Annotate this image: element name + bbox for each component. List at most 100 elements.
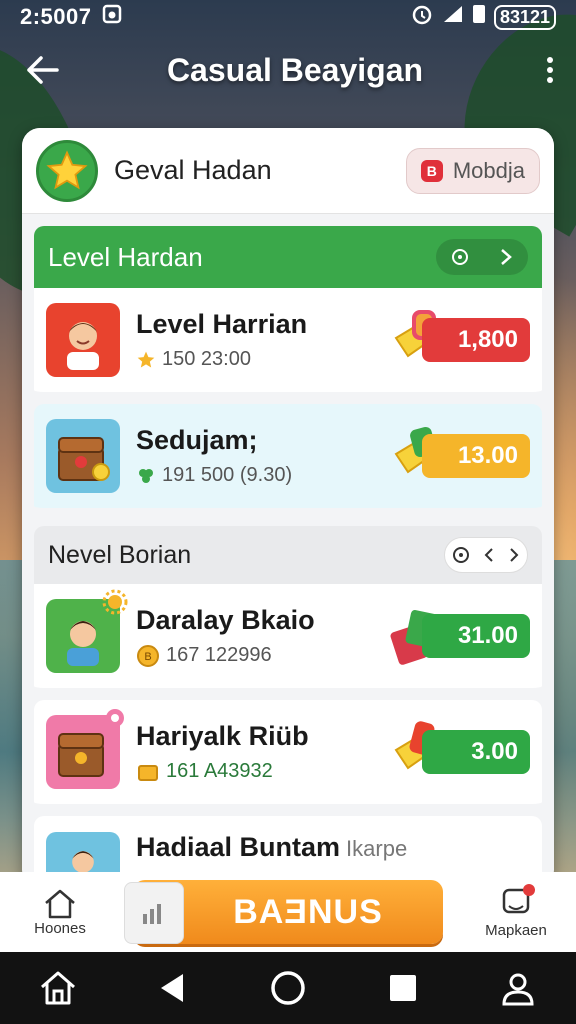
profile-name: Geval Hadan — [114, 155, 272, 185]
person-icon — [502, 973, 534, 1006]
battery-indicator: 83121 — [493, 4, 556, 30]
treasure-chest-icon — [58, 733, 104, 777]
mode-label: Mobdja — [452, 157, 525, 183]
more-vertical-icon — [547, 57, 553, 83]
status-right: 83121 — [410, 3, 556, 31]
item-text: Hariyalk Riüb 161 A43932 — [136, 721, 422, 784]
message-icon-wrap — [501, 883, 535, 922]
sys-recents-button[interactable] — [373, 958, 433, 1018]
info-icon[interactable] — [451, 248, 469, 266]
profile-row: Geval Hadan B Mobdja — [22, 128, 554, 214]
arrow-left-icon — [27, 56, 59, 84]
status-bar: 2:5007 83121 — [0, 0, 576, 34]
item-sub: 191 500 (9.30) — [136, 464, 422, 487]
bottom-nav: Hoones BAƎNUS Mapkaen — [0, 872, 576, 952]
coin-icon: B — [137, 644, 159, 667]
nav-home-label: Hoones — [34, 919, 86, 937]
section-title: Level Hardan — [48, 241, 203, 272]
list-item[interactable]: Level Harrian 150 23:00 1,800 — [34, 288, 542, 400]
main-card: Geval Hadan B Mobdja Level Hardan Level … — [22, 128, 554, 888]
item-title: Hariyalk Riüb — [136, 720, 309, 751]
item-sub: 150 23:00 — [136, 348, 422, 371]
nav-home[interactable]: Hoones — [0, 888, 120, 937]
mode-button[interactable]: B Mobdja — [405, 147, 540, 194]
price-button[interactable]: 13.00 — [422, 434, 530, 478]
price-wrap: 13.00 — [394, 426, 530, 478]
list-item[interactable]: Daralay Bkaio B 167 122996 31.00 — [34, 584, 542, 696]
signal-icon — [442, 4, 464, 30]
svg-text:B: B — [144, 651, 151, 663]
chevron-right-icon[interactable] — [508, 546, 520, 564]
chevron-right-icon[interactable] — [499, 247, 513, 267]
home-icon — [45, 889, 75, 918]
section-header-nevel: Nevel Borian — [34, 526, 542, 584]
boy-avatar-icon — [67, 322, 99, 370]
price-wrap: 31.00 — [390, 609, 530, 665]
item-sub-text: Ikarpe — [346, 836, 408, 861]
status-time: 2:5007 — [20, 4, 92, 29]
section-title: Nevel Borian — [48, 540, 192, 569]
sys-home-circle-button[interactable] — [258, 958, 318, 1018]
item-text: Sedujam; 191 500 (9.30) — [136, 425, 422, 487]
chest-image — [46, 419, 120, 493]
list-item[interactable]: Sedujam; 191 500 (9.30) 13.00 — [34, 404, 542, 516]
item-text: Hadiaal Buntam Ikarpe — [136, 832, 530, 863]
nav-messages[interactable]: Mapkaen — [456, 883, 576, 939]
treasure-chest-icon — [58, 437, 110, 481]
star-icon — [46, 149, 88, 189]
page-title: Casual Beayigan — [166, 51, 424, 88]
home-outline-icon — [40, 971, 75, 1005]
price-button[interactable]: 3.00 — [422, 730, 530, 774]
info-icon[interactable] — [452, 546, 470, 564]
price-button[interactable]: 31.00 — [422, 614, 530, 658]
avatar — [46, 589, 128, 673]
item-sub: 161 A43932 — [136, 760, 422, 784]
item-sub-text: 167 122996 — [166, 644, 272, 666]
square-recents-icon — [390, 975, 417, 1001]
back-button[interactable] — [14, 42, 70, 98]
sun-badge-icon — [102, 589, 128, 615]
app-header: Casual Beayigan — [0, 40, 576, 100]
item-title: Daralay Bkaio — [136, 604, 315, 635]
system-nav — [0, 952, 576, 1024]
chest-image — [46, 709, 124, 789]
triangle-back-icon — [160, 974, 183, 1002]
notification-badge — [523, 883, 535, 896]
star-icon — [137, 351, 155, 367]
sim-icon — [472, 4, 486, 30]
circle-home-icon — [271, 971, 305, 1005]
sys-back-button[interactable] — [143, 958, 203, 1018]
flower-badge-icon — [106, 709, 124, 727]
clover-icon — [139, 468, 153, 483]
sys-home-button[interactable] — [28, 958, 88, 1018]
bonus-chart-tile — [124, 882, 184, 944]
price-wrap: 3.00 — [394, 721, 530, 774]
sys-account-button[interactable] — [488, 958, 548, 1018]
alarm-icon — [410, 3, 434, 31]
bonus-label: BAƎNUS — [233, 892, 383, 931]
price-wrap: 1,800 — [394, 310, 530, 362]
item-sub-text: 191 500 (9.30) — [162, 464, 293, 486]
nav-messages-label: Mapkaen — [485, 921, 547, 939]
bar-chart-icon — [143, 904, 161, 924]
item-text: Level Harrian 150 23:00 — [136, 309, 422, 371]
section-header-level: Level Hardan — [34, 226, 542, 288]
bonus-area: BAƎNUS — [120, 880, 456, 944]
price-button[interactable]: 1,800 — [422, 318, 530, 362]
star-badge — [36, 139, 98, 202]
boy-avatar-icon — [67, 621, 99, 666]
notification-icon — [102, 4, 122, 30]
chevron-left-icon[interactable] — [483, 546, 495, 564]
item-title: Level Harrian — [136, 309, 308, 339]
section-controls[interactable] — [436, 239, 528, 275]
item-title: Sedujam; — [136, 425, 258, 455]
section-controls[interactable] — [444, 537, 528, 573]
item-sub-text: 161 A43932 — [166, 760, 273, 782]
avatar — [46, 303, 120, 377]
item-sub: B 167 122996 — [136, 644, 422, 668]
item-text: Daralay Bkaio B 167 122996 — [136, 605, 422, 668]
list-item[interactable]: Hariyalk Riüb 161 A43932 3.00 — [34, 700, 542, 812]
gold-block-icon — [138, 764, 158, 781]
item-sub-text: 150 23:00 — [162, 348, 251, 370]
more-button[interactable] — [530, 42, 570, 98]
